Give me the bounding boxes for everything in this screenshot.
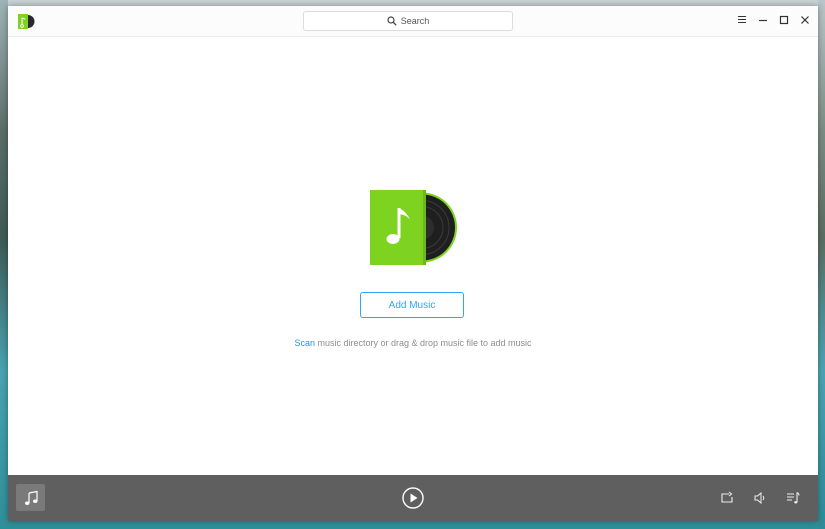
menu-icon bbox=[737, 16, 746, 23]
player-bar bbox=[8, 475, 818, 521]
minimize-icon bbox=[758, 19, 767, 21]
menu-button[interactable] bbox=[736, 14, 747, 25]
minimize-button[interactable] bbox=[757, 14, 768, 25]
music-app-window: Search Add Music Scan music directory or… bbox=[8, 6, 818, 521]
desktop-wallpaper-left bbox=[0, 0, 8, 529]
desktop-wallpaper-right bbox=[818, 0, 825, 529]
search-icon bbox=[387, 16, 397, 26]
hint-rest: music directory or drag & drop music fil… bbox=[314, 338, 532, 348]
playlist-button[interactable] bbox=[786, 491, 800, 505]
play-button[interactable] bbox=[402, 487, 424, 509]
current-cover-button[interactable] bbox=[16, 484, 45, 511]
close-icon bbox=[800, 15, 809, 24]
app-logo-icon bbox=[18, 14, 35, 29]
volume-button[interactable] bbox=[753, 491, 767, 505]
search-label: Search bbox=[400, 16, 430, 26]
empty-library-view: Add Music Scan music directory or drag &… bbox=[8, 37, 818, 475]
play-icon bbox=[410, 493, 418, 503]
maximize-icon bbox=[779, 15, 788, 24]
volume-icon bbox=[754, 491, 765, 505]
window-controls bbox=[736, 14, 810, 25]
playlist-icon bbox=[787, 492, 800, 504]
music-note-icon bbox=[24, 490, 38, 505]
repeat-icon bbox=[721, 491, 733, 503]
album-placeholder-icon bbox=[370, 190, 457, 265]
repeat-button[interactable] bbox=[720, 491, 734, 505]
close-button[interactable] bbox=[799, 14, 810, 25]
empty-hint-text: Scan music directory or drag & drop musi… bbox=[8, 338, 818, 348]
titlebar: Search bbox=[8, 6, 818, 37]
add-music-button[interactable]: Add Music bbox=[360, 292, 464, 318]
scan-link[interactable]: Scan bbox=[294, 338, 315, 348]
search-box[interactable]: Search bbox=[303, 11, 513, 31]
maximize-button[interactable] bbox=[778, 14, 789, 25]
